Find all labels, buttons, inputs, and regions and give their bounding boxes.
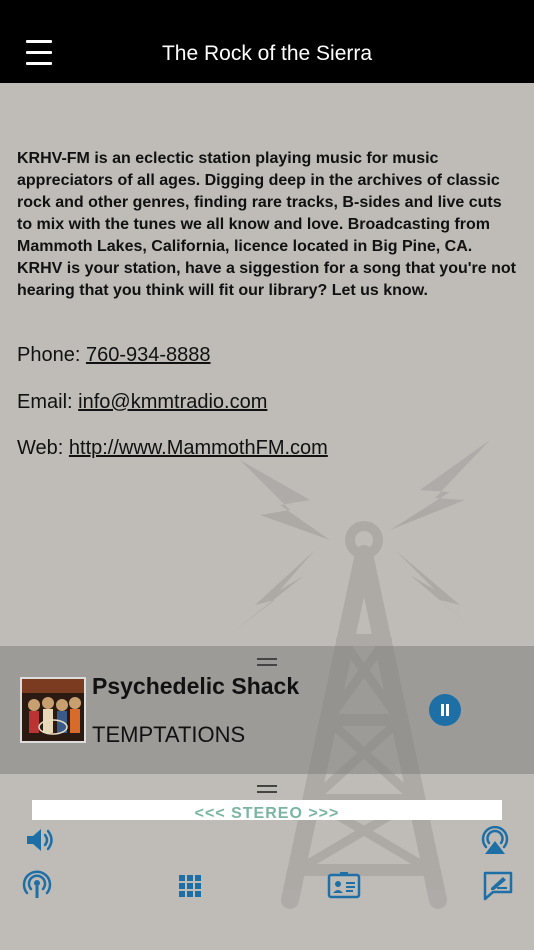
grid-menu-icon[interactable] [173,868,207,902]
contact-card-icon[interactable] [327,868,361,902]
email-link[interactable]: info@kmmtradio.com [78,391,267,413]
email-row: Email: info@kmmtradio.com [17,389,267,415]
email-label: Email: [17,391,73,413]
drag-handle-icon[interactable] [257,785,277,793]
artist-name: TEMPTATIONS [92,722,246,747]
album-art [20,677,86,743]
drag-handle-icon[interactable] [257,658,277,666]
page-title: The Rock of the Sierra [161,42,373,65]
phone-row: Phone: 760-934-8888 [17,342,211,368]
web-link[interactable]: http://www.MammothFM.com [69,437,328,459]
stereo-banner-text: <<< STEREO >>> [194,805,340,820]
phone-link[interactable]: 760-934-8888 [86,344,211,366]
app-header: The Rock of the Sierra [0,0,534,83]
stereo-banner: <<< STEREO >>> [32,800,502,820]
web-label: Web: [17,437,64,459]
broadcast-icon[interactable] [20,868,54,902]
airplay-icon[interactable] [478,823,512,857]
message-edit-icon[interactable] [481,868,515,902]
volume-icon[interactable] [23,823,57,857]
web-row: Web: http://www.MammothFM.com [17,435,328,461]
phone-label: Phone: [17,344,81,366]
pause-icon[interactable] [429,694,461,726]
station-description: KRHV-FM is an eclectic station playing m… [17,150,516,299]
song-title: Psychedelic Shack [92,673,300,699]
